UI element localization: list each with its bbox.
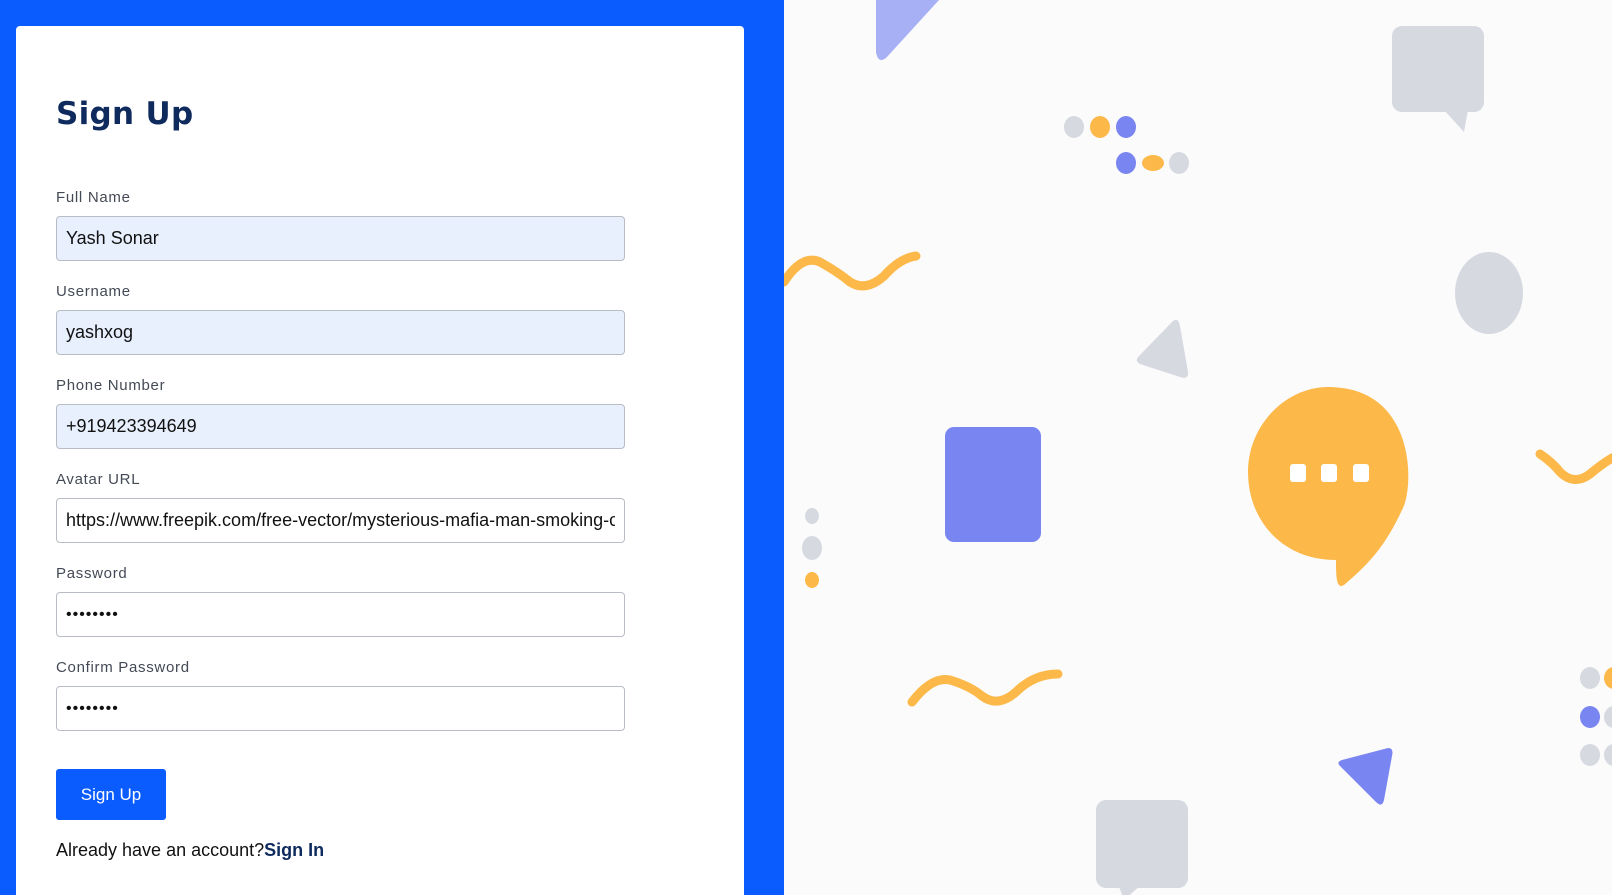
form-panel: Sign Up Full Name Username Phone Number …: [0, 0, 784, 895]
chat-bubble-icon: [1248, 387, 1409, 586]
phone-number-input[interactable]: [56, 404, 625, 449]
dot-cluster-icon: [1580, 667, 1612, 766]
circle-icon: [1455, 252, 1523, 334]
page-root: Sign Up Full Name Username Phone Number …: [0, 0, 1612, 895]
sign-in-link[interactable]: Sign In: [264, 840, 324, 860]
triangle-icon: [876, 0, 939, 60]
full-name-label: Full Name: [56, 189, 131, 206]
page-title: Sign Up: [56, 96, 194, 132]
signin-prompt-text: Already have an account?: [56, 840, 265, 860]
dot-cluster-icon: [1064, 116, 1189, 174]
triangle-icon: [1338, 748, 1393, 805]
avatar-url-input[interactable]: [56, 498, 625, 543]
dot-cluster-icon: [802, 508, 822, 588]
full-name-input[interactable]: [56, 216, 625, 261]
squiggle-icon: [784, 251, 921, 291]
ellipsis-icon: [1290, 464, 1369, 482]
illustration-panel: [784, 0, 1612, 895]
password-input[interactable]: [56, 592, 625, 637]
sign-up-button[interactable]: Sign Up: [56, 769, 166, 820]
avatar-url-label: Avatar URL: [56, 471, 141, 488]
chat-bubble-icon: [1392, 26, 1484, 132]
signup-card: [16, 26, 744, 895]
phone-number-label: Phone Number: [56, 377, 166, 394]
rounded-square-icon: [945, 427, 1041, 542]
squiggle-icon: [907, 669, 1063, 707]
username-label: Username: [56, 283, 131, 300]
username-input[interactable]: [56, 310, 625, 355]
confirm-password-label: Confirm Password: [56, 659, 190, 676]
password-label: Password: [56, 565, 128, 582]
squiggle-icon: [1535, 449, 1612, 484]
triangle-icon: [1136, 319, 1189, 378]
illustration: [784, 0, 1612, 895]
confirm-password-input[interactable]: [56, 686, 625, 731]
chat-bubble-icon: [1096, 800, 1188, 895]
signin-prompt: Already have an account?Sign In: [56, 840, 324, 861]
